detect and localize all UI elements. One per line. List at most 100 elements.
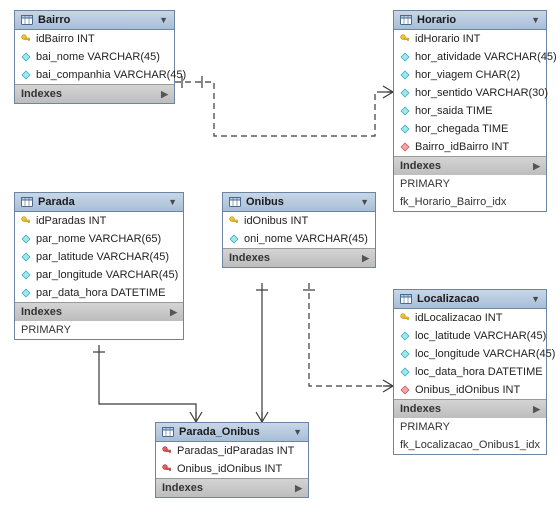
column-type-icon bbox=[400, 349, 410, 359]
column-row[interactable]: hor_viagem CHAR(2) bbox=[394, 66, 546, 84]
table-icon bbox=[21, 14, 33, 26]
column-row[interactable]: Onibus_idOnibus INT bbox=[156, 460, 308, 478]
column-row[interactable]: idBairro INT bbox=[15, 30, 174, 48]
entity-parada_onibus[interactable]: Parada_Onibus ▼ Paradas_idParadas INT Onibu… bbox=[155, 422, 309, 498]
column-row[interactable]: par_latitude VARCHAR(45) bbox=[15, 248, 183, 266]
expand-icon[interactable]: ▶ bbox=[533, 161, 540, 172]
column-row[interactable]: par_longitude VARCHAR(45) bbox=[15, 266, 183, 284]
entity-header[interactable]: Localizacao ▼ bbox=[394, 290, 546, 309]
column-text: par_latitude VARCHAR(45) bbox=[36, 251, 169, 263]
entity-header[interactable]: Onibus ▼ bbox=[223, 193, 375, 212]
column-row[interactable]: idLocalizacao INT bbox=[394, 309, 546, 327]
entity-header[interactable]: Parada ▼ bbox=[15, 193, 183, 212]
column-row[interactable]: hor_sentido VARCHAR(30) bbox=[394, 84, 546, 102]
column-row[interactable]: Paradas_idParadas INT bbox=[156, 442, 308, 460]
entity-title: Parada bbox=[38, 196, 75, 208]
indexes-label: Indexes bbox=[229, 252, 270, 264]
column-row[interactable]: loc_longitude VARCHAR(45) bbox=[394, 345, 546, 363]
column-type-icon bbox=[400, 70, 410, 80]
expand-icon[interactable]: ▶ bbox=[170, 307, 177, 318]
column-type-icon bbox=[400, 142, 410, 152]
column-text: idHorario INT bbox=[415, 33, 480, 45]
column-text: par_longitude VARCHAR(45) bbox=[36, 269, 178, 281]
entity-title: Parada_Onibus bbox=[179, 426, 260, 438]
indexes-header[interactable]: Indexes▶ bbox=[394, 399, 546, 418]
column-row[interactable]: idHorario INT bbox=[394, 30, 546, 48]
entity-parada[interactable]: Parada ▼ idParadas INT par_nome VARCHAR(65)… bbox=[14, 192, 184, 340]
column-text: Onibus_idOnibus INT bbox=[177, 463, 282, 475]
column-row[interactable]: Onibus_idOnibus INT bbox=[394, 381, 546, 399]
index-row[interactable]: fk_Horario_Bairro_idx bbox=[394, 193, 546, 211]
entity-localizacao[interactable]: Localizacao ▼ idLocalizacao INT loc_latitud… bbox=[393, 289, 547, 455]
column-type-icon bbox=[229, 234, 239, 244]
entity-title: Bairro bbox=[38, 14, 70, 26]
collapse-icon[interactable]: ▼ bbox=[168, 197, 177, 207]
table-icon bbox=[162, 426, 174, 438]
expand-icon[interactable]: ▶ bbox=[533, 404, 540, 415]
column-type-icon bbox=[21, 234, 31, 244]
column-row[interactable]: loc_data_hora DATETIME bbox=[394, 363, 546, 381]
entity-header[interactable]: Parada_Onibus ▼ bbox=[156, 423, 308, 442]
column-row[interactable]: bai_companhia VARCHAR(45) bbox=[15, 66, 174, 84]
collapse-icon[interactable]: ▼ bbox=[531, 15, 540, 25]
entity-header[interactable]: Horario▼ bbox=[394, 11, 546, 30]
column-row[interactable]: loc_latitude VARCHAR(45) bbox=[394, 327, 546, 345]
column-row[interactable]: hor_chegada TIME bbox=[394, 120, 546, 138]
entity-title: Localizacao bbox=[417, 293, 479, 305]
indexes-header[interactable]: Indexes▶ bbox=[156, 478, 308, 497]
index-row[interactable]: fk_Localizacao_Onibus1_idx bbox=[394, 436, 546, 454]
column-text: loc_latitude VARCHAR(45) bbox=[415, 330, 546, 342]
column-text: idParadas INT bbox=[36, 215, 106, 227]
column-text: idLocalizacao INT bbox=[415, 312, 502, 324]
column-type-icon bbox=[162, 464, 172, 474]
expand-icon[interactable]: ▶ bbox=[362, 253, 369, 264]
column-text: Paradas_idParadas INT bbox=[177, 445, 294, 457]
indexes-header[interactable]: Indexes ▶ bbox=[223, 248, 375, 267]
column-text: loc_data_hora DATETIME bbox=[415, 366, 543, 378]
indexes-header[interactable]: Indexes ▶ bbox=[15, 302, 183, 321]
column-text: par_nome VARCHAR(65) bbox=[36, 233, 161, 245]
column-text: loc_longitude VARCHAR(45) bbox=[415, 348, 555, 360]
column-row[interactable]: hor_atividade VARCHAR(45) bbox=[394, 48, 546, 66]
column-type-icon bbox=[229, 216, 239, 226]
indexes-header[interactable]: Indexes ▶ bbox=[394, 156, 546, 175]
column-row[interactable]: par_data_hora DATETIME bbox=[15, 284, 183, 302]
indexes-label: Indexes bbox=[21, 306, 62, 318]
index-row[interactable]: PRIMARY bbox=[394, 418, 546, 436]
column-type-icon bbox=[400, 34, 410, 44]
column-type-icon bbox=[21, 252, 31, 262]
column-type-icon bbox=[21, 288, 31, 298]
entity-onibus[interactable]: Onibus ▼ idOnibus INT oni_nome VARCHAR(45) I… bbox=[222, 192, 376, 268]
column-text: idOnibus INT bbox=[244, 215, 308, 227]
indexes-label: Indexes bbox=[400, 160, 441, 172]
column-type-icon bbox=[400, 106, 410, 116]
index-row[interactable]: PRIMARY bbox=[394, 175, 546, 193]
column-type-icon bbox=[21, 216, 31, 226]
collapse-icon[interactable]: ▼ bbox=[159, 15, 168, 25]
column-type-icon bbox=[21, 70, 31, 80]
column-text: hor_sentido VARCHAR(30) bbox=[415, 87, 548, 99]
table-icon bbox=[400, 14, 412, 26]
expand-icon[interactable]: ▶ bbox=[295, 483, 302, 494]
column-row[interactable]: idOnibus INT bbox=[223, 212, 375, 230]
column-text: bai_companhia VARCHAR(45) bbox=[36, 69, 186, 81]
entity-title: Onibus bbox=[246, 196, 284, 208]
collapse-icon[interactable]: ▼ bbox=[360, 197, 369, 207]
column-text: oni_nome VARCHAR(45) bbox=[244, 233, 368, 245]
entity-header[interactable]: Bairro ▼ bbox=[15, 11, 174, 30]
entity-bairro[interactable]: Bairro ▼ idBairro INTbai_nome VARCHAR(45)b… bbox=[14, 10, 175, 104]
entity-horario[interactable]: Horario▼ idHorario INT hor_atividade VARCH… bbox=[393, 10, 547, 212]
indexes-header[interactable]: Indexes▶ bbox=[15, 84, 174, 103]
column-row[interactable]: idParadas INT bbox=[15, 212, 183, 230]
table-icon bbox=[229, 196, 241, 208]
column-row[interactable]: par_nome VARCHAR(65) bbox=[15, 230, 183, 248]
collapse-icon[interactable]: ▼ bbox=[293, 427, 302, 437]
collapse-icon[interactable]: ▼ bbox=[531, 294, 540, 304]
index-row[interactable]: PRIMARY bbox=[15, 321, 183, 339]
column-row[interactable]: Bairro_idBairro INT bbox=[394, 138, 546, 156]
expand-icon[interactable]: ▶ bbox=[161, 89, 168, 100]
column-row[interactable]: hor_saida TIME bbox=[394, 102, 546, 120]
column-row[interactable]: bai_nome VARCHAR(45) bbox=[15, 48, 174, 66]
column-row[interactable]: oni_nome VARCHAR(45) bbox=[223, 230, 375, 248]
column-type-icon bbox=[21, 52, 31, 62]
